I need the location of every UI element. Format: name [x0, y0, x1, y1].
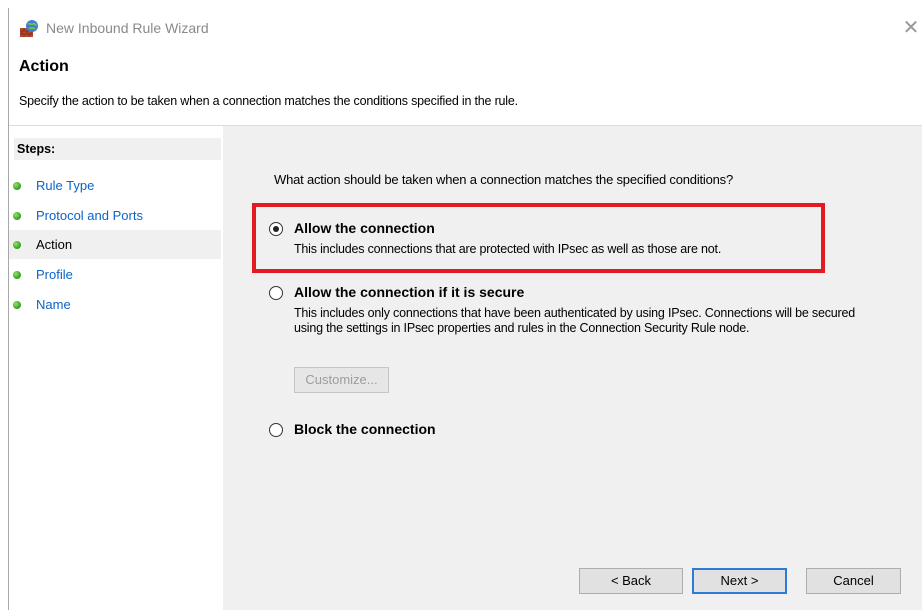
step-action[interactable]: Action [9, 230, 221, 259]
firewall-wizard-icon [20, 20, 38, 37]
step-label: Profile [36, 267, 73, 282]
page-title: Action [19, 58, 69, 75]
step-protocol-and-ports[interactable]: Protocol and Ports [9, 201, 221, 230]
allow-connection-description: This includes connections that are prote… [294, 242, 722, 256]
step-bullet-icon [13, 241, 21, 249]
cancel-button[interactable]: Cancel [806, 568, 901, 594]
step-profile[interactable]: Profile [9, 260, 221, 289]
step-bullet-icon [13, 301, 21, 309]
window-title: New Inbound Rule Wizard [46, 20, 209, 36]
step-rule-type[interactable]: Rule Type [9, 171, 221, 200]
step-bullet-icon [13, 212, 21, 220]
step-label: Action [36, 237, 73, 252]
allow-connection-radio[interactable] [269, 222, 283, 236]
steps-panel: Steps: Rule Type Protocol and Ports Acti… [9, 134, 221, 610]
page-description: Specify the action to be taken when a co… [19, 94, 518, 108]
content-panel: What action should be taken when a conne… [223, 126, 922, 610]
allow-secure-label[interactable]: Allow the connection if it is secure [294, 284, 524, 300]
allow-secure-description: This includes only connections that have… [294, 306, 856, 335]
close-icon[interactable]: ✕ [899, 18, 922, 40]
step-bullet-icon [13, 271, 21, 279]
allow-secure-radio[interactable] [269, 286, 283, 300]
block-connection-label[interactable]: Block the connection [294, 421, 436, 437]
step-label: Name [36, 297, 71, 312]
wizard-window: New Inbound Rule Wizard ✕ Action Specify… [8, 8, 922, 610]
title-bar: New Inbound Rule Wizard ✕ [9, 8, 922, 48]
back-button[interactable]: < Back [579, 568, 683, 594]
next-button[interactable]: Next > [692, 568, 787, 594]
step-bullet-icon [13, 182, 21, 190]
step-label: Protocol and Ports [36, 208, 143, 223]
step-label: Rule Type [36, 178, 95, 193]
action-question: What action should be taken when a conne… [274, 172, 733, 187]
highlight-box [252, 203, 825, 273]
customize-button[interactable]: Customize... [294, 367, 389, 393]
step-name[interactable]: Name [9, 290, 221, 319]
steps-label: Steps: [14, 138, 221, 160]
allow-connection-label[interactable]: Allow the connection [294, 220, 435, 236]
block-connection-radio[interactable] [269, 423, 283, 437]
